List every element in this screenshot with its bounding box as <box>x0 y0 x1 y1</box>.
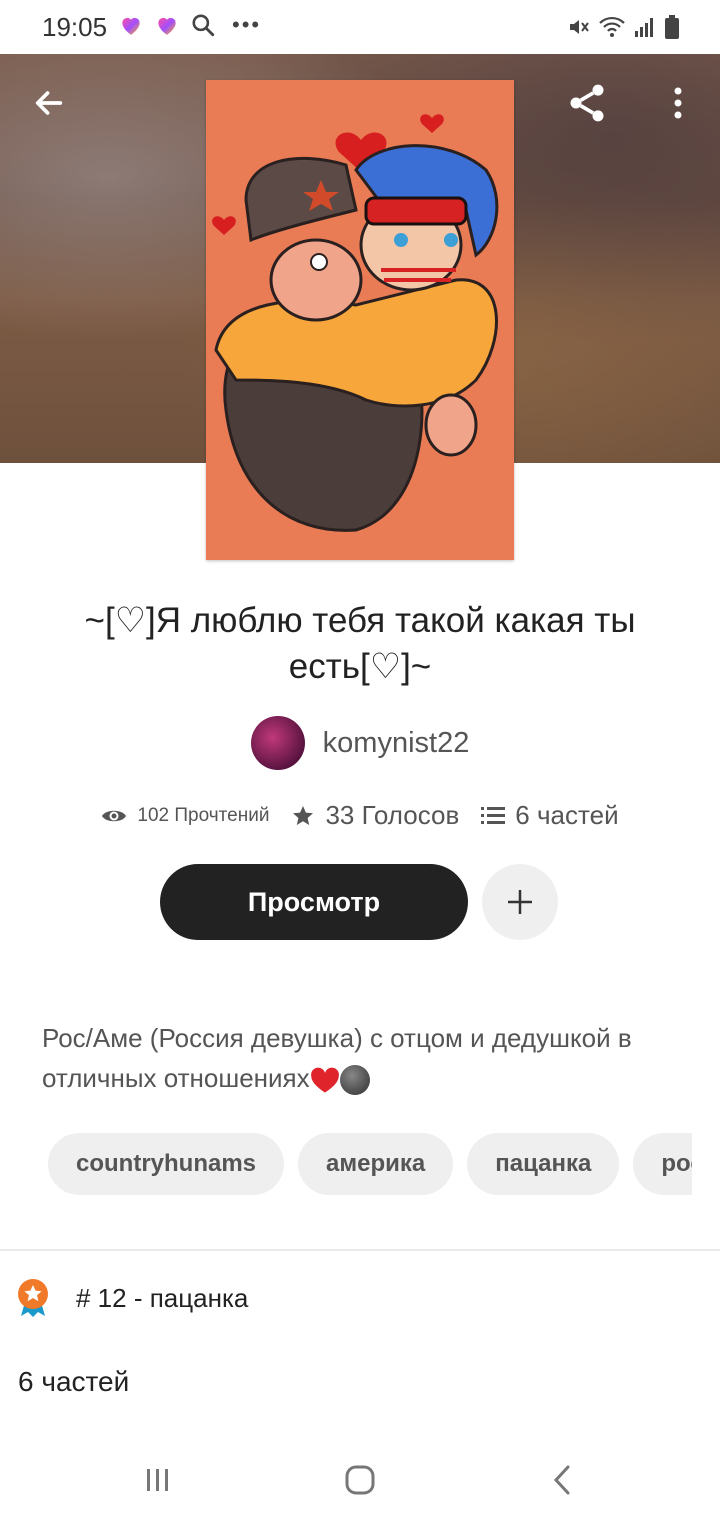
more-options-button[interactable] <box>660 80 696 126</box>
back-arrow-icon <box>35 91 63 115</box>
author-name[interactable]: komynist22 <box>323 727 470 760</box>
votes-stat: 33 Голосов <box>291 800 459 831</box>
parts-section-heading[interactable]: 6 частей <box>18 1366 129 1398</box>
system-navigation-bar <box>0 1440 720 1520</box>
share-button[interactable] <box>562 80 612 126</box>
home-icon <box>345 1465 375 1495</box>
story-title: ~[♡]Я люблю тебя такой какая ты есть[♡]~ <box>84 601 636 686</box>
tag-chip[interactable]: пацанка <box>467 1133 620 1195</box>
add-to-library-button[interactable] <box>482 864 558 940</box>
recent-apps-button[interactable] <box>128 1458 188 1502</box>
reads-stat: 102 Прочтений <box>101 805 269 827</box>
share-icon <box>570 84 604 122</box>
story-cover[interactable] <box>206 80 514 560</box>
more-vertical-icon <box>674 87 682 119</box>
heart-emoji-icon <box>310 1067 339 1093</box>
heart-app-icon <box>122 17 140 35</box>
chevron-left-icon <box>553 1465 570 1495</box>
status-bar: 19:05 ••• <box>0 0 720 54</box>
wifi-icon <box>599 16 625 37</box>
section-divider <box>0 1249 720 1251</box>
list-icon <box>481 806 506 824</box>
search-icon <box>192 14 215 37</box>
reads-count: 102 Прочтений <box>137 804 270 826</box>
battery-icon <box>665 15 679 39</box>
plus-icon <box>508 890 532 914</box>
new-moon-emoji-icon <box>339 1065 370 1096</box>
heart-app-icon <box>158 17 176 35</box>
parts-count: 6 частей <box>515 800 619 830</box>
story-description: Рос/Аме (Россия девушка) с отцом и дедуш… <box>42 1018 682 1098</box>
author-row[interactable]: komynist22 <box>0 716 720 770</box>
rank-badge-icon <box>18 1279 48 1317</box>
ranking-row[interactable]: # 12 - пацанка <box>16 1278 248 1318</box>
signal-icon <box>635 18 653 37</box>
votes-count: 33 Голосов <box>325 800 460 830</box>
cover-illustration <box>206 80 514 560</box>
ranking-text: # 12 - пацанка <box>76 1282 249 1313</box>
status-time: 19:05 <box>42 12 108 42</box>
status-right-icons <box>566 14 680 40</box>
system-back-button[interactable] <box>532 1458 592 1502</box>
tag-list: countryhunams америка пацанка рос <box>48 1133 692 1195</box>
tag-chip[interactable]: рос <box>633 1133 692 1195</box>
eye-icon <box>102 810 127 821</box>
back-button[interactable] <box>26 80 72 126</box>
story-stats: 102 Прочтений 33 Голосов 6 частей <box>0 800 720 831</box>
tag-chip[interactable]: countryhunams <box>48 1133 285 1195</box>
more-dots-icon: ••• <box>232 12 262 37</box>
view-button[interactable]: Просмотр <box>160 864 468 940</box>
parts-stat: 6 частей <box>481 800 619 831</box>
status-left-icons: ••• <box>118 12 261 38</box>
avatar[interactable] <box>250 716 305 770</box>
tag-chip[interactable]: америка <box>298 1133 454 1195</box>
recent-apps-icon <box>147 1469 168 1491</box>
mute-icon <box>570 20 589 34</box>
home-button[interactable] <box>330 1458 390 1502</box>
star-icon <box>293 805 314 825</box>
